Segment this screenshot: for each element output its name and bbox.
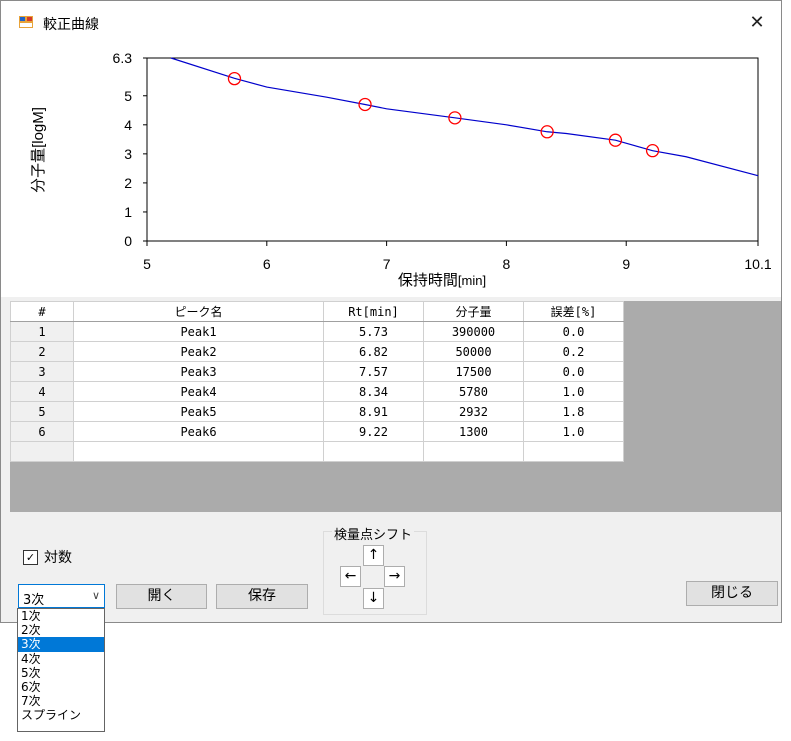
shift-down-button[interactable]: ↓ <box>363 588 384 609</box>
table-cell[interactable]: 2932 <box>423 401 524 422</box>
shift-up-button[interactable]: ↑ <box>363 545 384 566</box>
row-header[interactable]: 3 <box>10 361 74 382</box>
table-cell[interactable]: 1300 <box>423 421 524 442</box>
table-cell[interactable]: Peak1 <box>73 321 324 342</box>
table-cell[interactable]: 0.2 <box>523 341 624 362</box>
table-cell[interactable]: 8.91 <box>323 401 424 422</box>
table-cell[interactable]: 7.57 <box>323 361 424 382</box>
y-tick-label: 4 <box>124 117 132 133</box>
table-cell[interactable]: 5.73 <box>323 321 424 342</box>
x-axis-label-main: 保持時間 <box>398 272 458 289</box>
y-tick-label: 1 <box>124 204 132 220</box>
chart-svg: 0 1 2 3 4 5 6.3 5 6 7 8 9 10.1 分子量[logM] 保持時間[min] <box>30 50 772 289</box>
y-axis-label: 分子量[logM] <box>30 107 47 193</box>
table-cell[interactable]: 5780 <box>423 381 524 402</box>
column-header[interactable]: 誤差[%] <box>523 301 624 322</box>
table-cell[interactable]: 6.82 <box>323 341 424 362</box>
y-tick-label: 3 <box>124 146 132 162</box>
y-tick-label: 6.3 <box>113 50 133 66</box>
x-tick-label: 5 <box>143 256 151 272</box>
shift-right-button[interactable]: → <box>384 566 405 587</box>
log-checkbox[interactable]: ✓ 対数 <box>23 547 72 567</box>
dropdown-option[interactable]: 4次 <box>18 652 104 666</box>
table-row[interactable]: 2 Peak2 6.82 50000 0.2 <box>10 341 624 362</box>
app-icon <box>19 16 33 28</box>
dropdown-option[interactable]: 7次 <box>18 694 104 708</box>
close-button[interactable]: 閉じる <box>686 581 778 606</box>
y-tick-label: 2 <box>124 175 132 191</box>
peak-table[interactable]: # ピーク名 Rt[min] 分子量 誤差[%] 1 Peak1 5.73 39000… <box>10 301 624 462</box>
window-title: 較正曲線 <box>43 17 99 33</box>
x-tick-label: 7 <box>383 256 391 272</box>
column-header[interactable]: 分子量 <box>423 301 524 322</box>
calibration-window: 較正曲線 ✕ 0 1 2 3 4 5 6.3 5 6 7 8 9 10.1 分子量[logM] 保持時間[m… <box>0 0 782 623</box>
table-cell[interactable]: 1.0 <box>523 421 624 442</box>
table-cell[interactable]: 0.0 <box>523 321 624 342</box>
close-icon[interactable]: ✕ <box>745 11 769 35</box>
table-cell[interactable]: 1.8 <box>523 401 624 422</box>
dropdown-option[interactable]: 2次 <box>18 623 104 637</box>
dropdown-option[interactable]: 5次 <box>18 666 104 680</box>
dropdown-option[interactable]: 3次 <box>18 637 104 652</box>
table-row[interactable]: 6 Peak6 9.22 1300 1.0 <box>10 421 624 442</box>
order-dropdown-list[interactable]: 1次 2次 3次 4次 5次 6次 7次 スプライン <box>17 608 105 732</box>
table-row[interactable]: 1 Peak1 5.73 390000 0.0 <box>10 321 624 342</box>
row-header[interactable]: 6 <box>10 421 74 442</box>
table-cell[interactable] <box>323 441 424 462</box>
y-tick-label: 0 <box>124 233 132 249</box>
table-cell[interactable]: 17500 <box>423 361 524 382</box>
table-cell[interactable]: 50000 <box>423 341 524 362</box>
x-tick-label: 9 <box>622 256 630 272</box>
dropdown-option[interactable]: 6次 <box>18 680 104 694</box>
column-header[interactable]: ピーク名 <box>73 301 324 322</box>
row-header[interactable]: 1 <box>10 321 74 342</box>
title-bar: 較正曲線 ✕ <box>1 1 781 45</box>
table-cell[interactable]: 0.0 <box>523 361 624 382</box>
table-cell[interactable]: Peak5 <box>73 401 324 422</box>
table-row[interactable]: 4 Peak4 8.34 5780 1.0 <box>10 381 624 402</box>
table-cell[interactable] <box>523 441 624 462</box>
bottom-panel: ✓ 対数 3次 ∨ 開く 保存 検量点シフト ↑ ← → ↓ 閉じる <box>1 513 781 623</box>
table-row[interactable]: 5 Peak5 8.91 2932 1.8 <box>10 401 624 422</box>
shift-group-label: 検量点シフト <box>332 524 415 543</box>
row-header[interactable]: 4 <box>10 381 74 402</box>
checkbox-box[interactable]: ✓ <box>23 549 38 565</box>
table-cell[interactable]: 1.0 <box>523 381 624 402</box>
table-cell[interactable]: 9.22 <box>323 421 424 442</box>
shift-left-button[interactable]: ← <box>340 566 361 587</box>
table-cell[interactable] <box>73 441 324 462</box>
save-button[interactable]: 保存 <box>216 584 308 609</box>
dropdown-option[interactable]: スプライン <box>18 708 104 722</box>
x-axis-label: 保持時間[min] <box>398 272 486 289</box>
open-button[interactable]: 開く <box>116 584 207 609</box>
column-header[interactable]: # <box>10 301 74 322</box>
calibration-chart: 0 1 2 3 4 5 6.3 5 6 7 8 9 10.1 分子量[logM] 保持時間[min] <box>1 45 781 297</box>
x-tick-label: 10.1 <box>744 256 771 272</box>
table-cell[interactable]: Peak6 <box>73 421 324 442</box>
table-cell[interactable]: 8.34 <box>323 381 424 402</box>
table-cell[interactable]: Peak2 <box>73 341 324 362</box>
combo-value: 3次 <box>23 593 45 608</box>
order-combobox[interactable]: 3次 ∨ <box>18 584 105 608</box>
table-row[interactable]: 3 Peak3 7.57 17500 0.0 <box>10 361 624 382</box>
peak-table-area: # ピーク名 Rt[min] 分子量 誤差[%] 1 Peak1 5.73 39000… <box>10 301 781 512</box>
table-cell[interactable] <box>10 441 74 462</box>
x-axis-label-unit: [min] <box>458 273 486 288</box>
y-tick-label: 5 <box>124 88 132 104</box>
dropdown-option[interactable]: 1次 <box>18 609 104 623</box>
table-cell[interactable] <box>423 441 524 462</box>
x-tick-label: 8 <box>503 256 511 272</box>
table-cell[interactable]: Peak4 <box>73 381 324 402</box>
chevron-down-icon[interactable]: ∨ <box>92 589 100 602</box>
table-row-new[interactable] <box>10 441 624 462</box>
shift-group: 検量点シフト ↑ ← → ↓ <box>323 524 427 615</box>
row-header[interactable]: 5 <box>10 401 74 422</box>
x-tick-label: 6 <box>263 256 271 272</box>
log-checkbox-label: 対数 <box>44 550 72 566</box>
row-header[interactable]: 2 <box>10 341 74 362</box>
column-header[interactable]: Rt[min] <box>323 301 424 322</box>
table-cell[interactable]: Peak3 <box>73 361 324 382</box>
table-cell[interactable]: 390000 <box>423 321 524 342</box>
plot-frame <box>146 57 759 242</box>
